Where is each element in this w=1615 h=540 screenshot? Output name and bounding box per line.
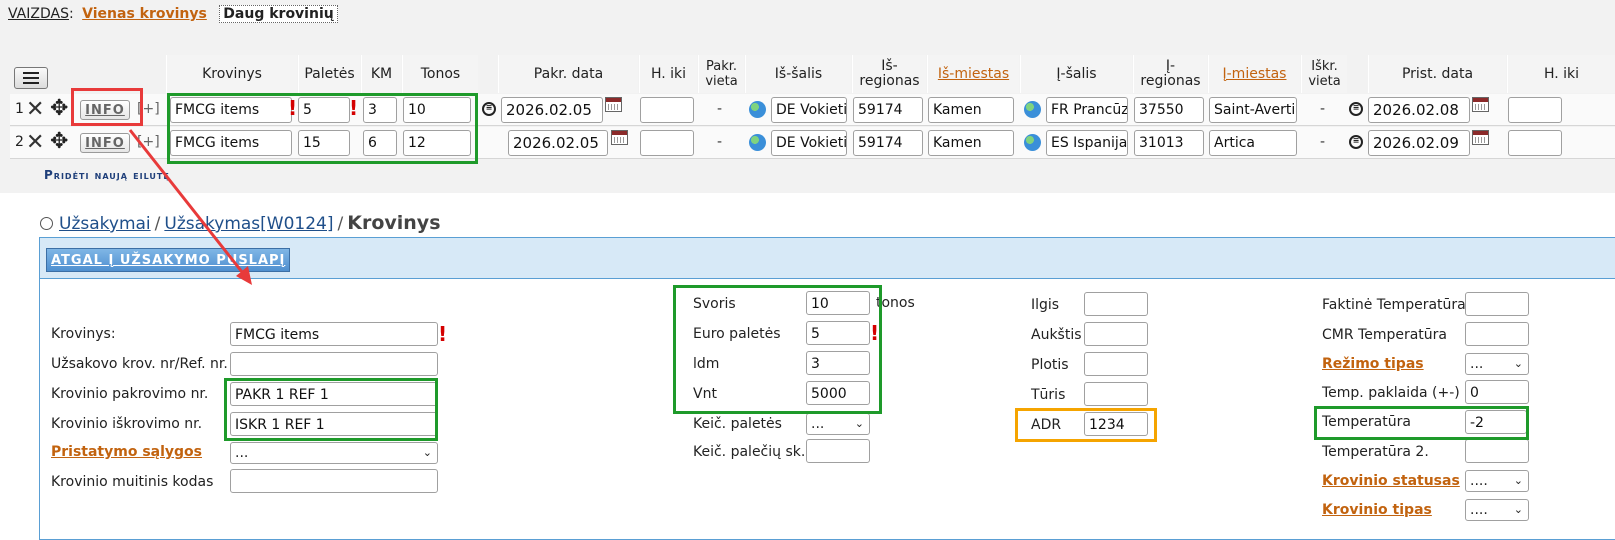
annotation-arrow <box>128 129 252 285</box>
